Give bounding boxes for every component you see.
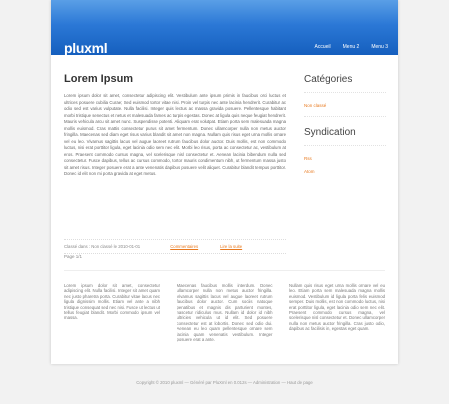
sidebar: Catégories Non classé Syndication Rss At… [304,74,386,182]
nav-item-menu-2[interactable]: Menu 2 [343,44,360,50]
main-nav: Accueil Menu 2 Menu 3 [315,44,389,50]
credits: Copyright © 2010 pluxml — Généré par Plu… [136,380,313,385]
footer-column-3: Nullam quis risus eget urna mollis ornar… [289,283,385,332]
nav-item-home[interactable]: Accueil [315,44,331,50]
sidebar-divider [304,92,386,93]
page-wrapper: pluxml Accueil Menu 2 Menu 3 Lorem Ipsum… [51,0,398,364]
footer-divider [64,270,385,271]
post-body: Lorem ipsum dolor sit amet, consectetur … [64,93,286,176]
categories-title: Catégories [304,74,353,85]
sidebar-divider [304,116,386,117]
header: pluxml Accueil Menu 2 Menu 3 [51,0,398,56]
nav-item-menu-3[interactable]: Menu 3 [371,44,388,50]
atom-link[interactable]: Atom [304,169,386,174]
comments-link[interactable]: Commentaires [170,244,198,249]
site-logo[interactable]: pluxml [64,40,108,56]
rss-link[interactable]: Rss [304,156,386,161]
main-content: Lorem Ipsum Lorem ipsum dolor sit amet, … [64,73,286,254]
sidebar-divider [304,145,386,146]
syndication-title: Syndication [304,127,356,138]
category-link[interactable]: Non classé [304,103,386,108]
post-meta: Classé dans : Non classé le 2010-01-01 [64,244,141,249]
post-title[interactable]: Lorem Ipsum [64,73,286,85]
footer-column-1: Lorem ipsum dolor sit amet, consectetur … [64,283,160,321]
footer-columns: Lorem ipsum dolor sit amet, consectetur … [64,283,385,355]
post-info-bar: Classé dans : Non classé le 2010-01-01 C… [64,239,286,254]
footer-column-2: Maecenas faucibus mollis interdum. Donec… [176,283,273,343]
read-more-link[interactable]: Lire la suite [220,244,242,249]
pagination: Page 1/1 [64,254,83,259]
